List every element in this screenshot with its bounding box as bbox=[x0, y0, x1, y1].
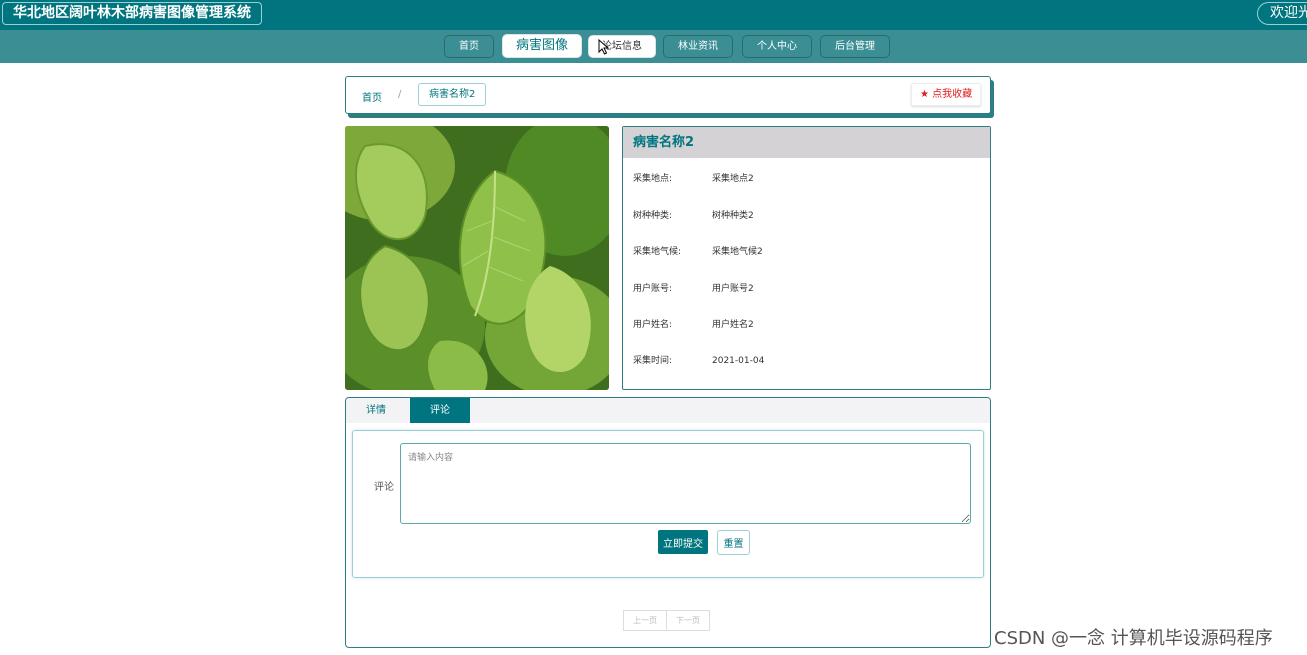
field-label: 采集地气候: bbox=[633, 247, 682, 257]
field-value: 采集地点2 bbox=[712, 174, 754, 184]
nav-item-personal-center[interactable]: 个人中心 bbox=[742, 35, 812, 58]
field-label: 树种种类: bbox=[633, 211, 673, 221]
welcome-button[interactable]: 欢迎光 bbox=[1257, 2, 1307, 25]
star-icon: ★ bbox=[920, 89, 929, 100]
prev-page-button[interactable]: 上一页 bbox=[623, 610, 667, 631]
field-label: 用户账号: bbox=[633, 284, 673, 294]
comment-input[interactable] bbox=[400, 443, 971, 524]
detail-row-tree-species: 树种种类: 树种种类2 bbox=[633, 208, 754, 221]
detail-row-user-account: 用户账号: 用户账号2 bbox=[633, 281, 754, 294]
field-value: 2021-01-04 bbox=[712, 356, 765, 366]
detail-title: 病害名称2 bbox=[623, 127, 990, 158]
site-title: 华北地区阔叶林木部病害图像管理系统 bbox=[2, 2, 262, 25]
detail-row-collect-time: 采集时间: 2021-01-04 bbox=[633, 353, 764, 366]
field-label: 采集地点: bbox=[633, 174, 673, 184]
favorite-button[interactable]: ★ 点我收藏 bbox=[911, 83, 982, 106]
field-value: 用户姓名2 bbox=[712, 320, 754, 330]
tab-comments[interactable]: 评论 bbox=[410, 398, 470, 423]
nav-item-forestry-news[interactable]: 林业资讯 bbox=[663, 35, 733, 58]
field-label: 用户姓名: bbox=[633, 320, 673, 330]
detail-tabs: 详情 评论 评论 立即提交 重置 上一页 下一页 bbox=[345, 397, 991, 648]
next-page-button[interactable]: 下一页 bbox=[667, 610, 710, 631]
leaf-photo-illustration bbox=[345, 126, 609, 390]
favorite-label: 点我收藏 bbox=[932, 89, 973, 100]
tab-details[interactable]: 详情 bbox=[346, 398, 406, 423]
watermark: CSDN @一念 计算机毕设源码程序 bbox=[994, 628, 1273, 649]
top-header: 华北地区阔叶林木部病害图像管理系统 欢迎光 bbox=[0, 0, 1307, 30]
breadcrumb-current: 病害名称2 bbox=[418, 83, 487, 106]
breadcrumb: 首页 / 病害名称2 ★ 点我收藏 bbox=[345, 76, 991, 114]
field-value: 采集地气候2 bbox=[712, 247, 763, 257]
nav-item-admin[interactable]: 后台管理 bbox=[820, 35, 890, 58]
tabs-header: 详情 评论 bbox=[346, 398, 990, 423]
nav-item-disease-images[interactable]: 病害图像 bbox=[502, 34, 582, 58]
breadcrumb-home-link[interactable]: 首页 bbox=[362, 89, 382, 104]
submit-button[interactable]: 立即提交 bbox=[658, 530, 708, 554]
comment-label: 评论 bbox=[374, 482, 394, 493]
disease-image bbox=[345, 126, 609, 390]
breadcrumb-separator: / bbox=[398, 89, 402, 100]
detail-panel: 病害名称2 采集地点: 采集地点2 树种种类: 树种种类2 采集地气候: 采集地气候2… bbox=[622, 126, 991, 390]
detail-row-user-name: 用户姓名: 用户姓名2 bbox=[633, 317, 754, 330]
field-value: 用户账号2 bbox=[712, 284, 754, 294]
field-label: 采集时间: bbox=[633, 356, 673, 366]
comment-form: 评论 立即提交 重置 bbox=[352, 430, 984, 578]
detail-row-location: 采集地点: 采集地点2 bbox=[633, 171, 754, 184]
field-value: 树种种类2 bbox=[712, 211, 754, 221]
main-nav: 首页 病害图像 论坛信息 林业资讯 个人中心 后台管理 bbox=[0, 30, 1307, 63]
mouse-cursor-icon bbox=[598, 39, 610, 55]
nav-item-home[interactable]: 首页 bbox=[444, 35, 494, 58]
reset-button[interactable]: 重置 bbox=[717, 530, 750, 555]
detail-row-climate: 采集地气候: 采集地气候2 bbox=[633, 244, 763, 257]
pagination: 上一页 下一页 bbox=[623, 610, 710, 631]
